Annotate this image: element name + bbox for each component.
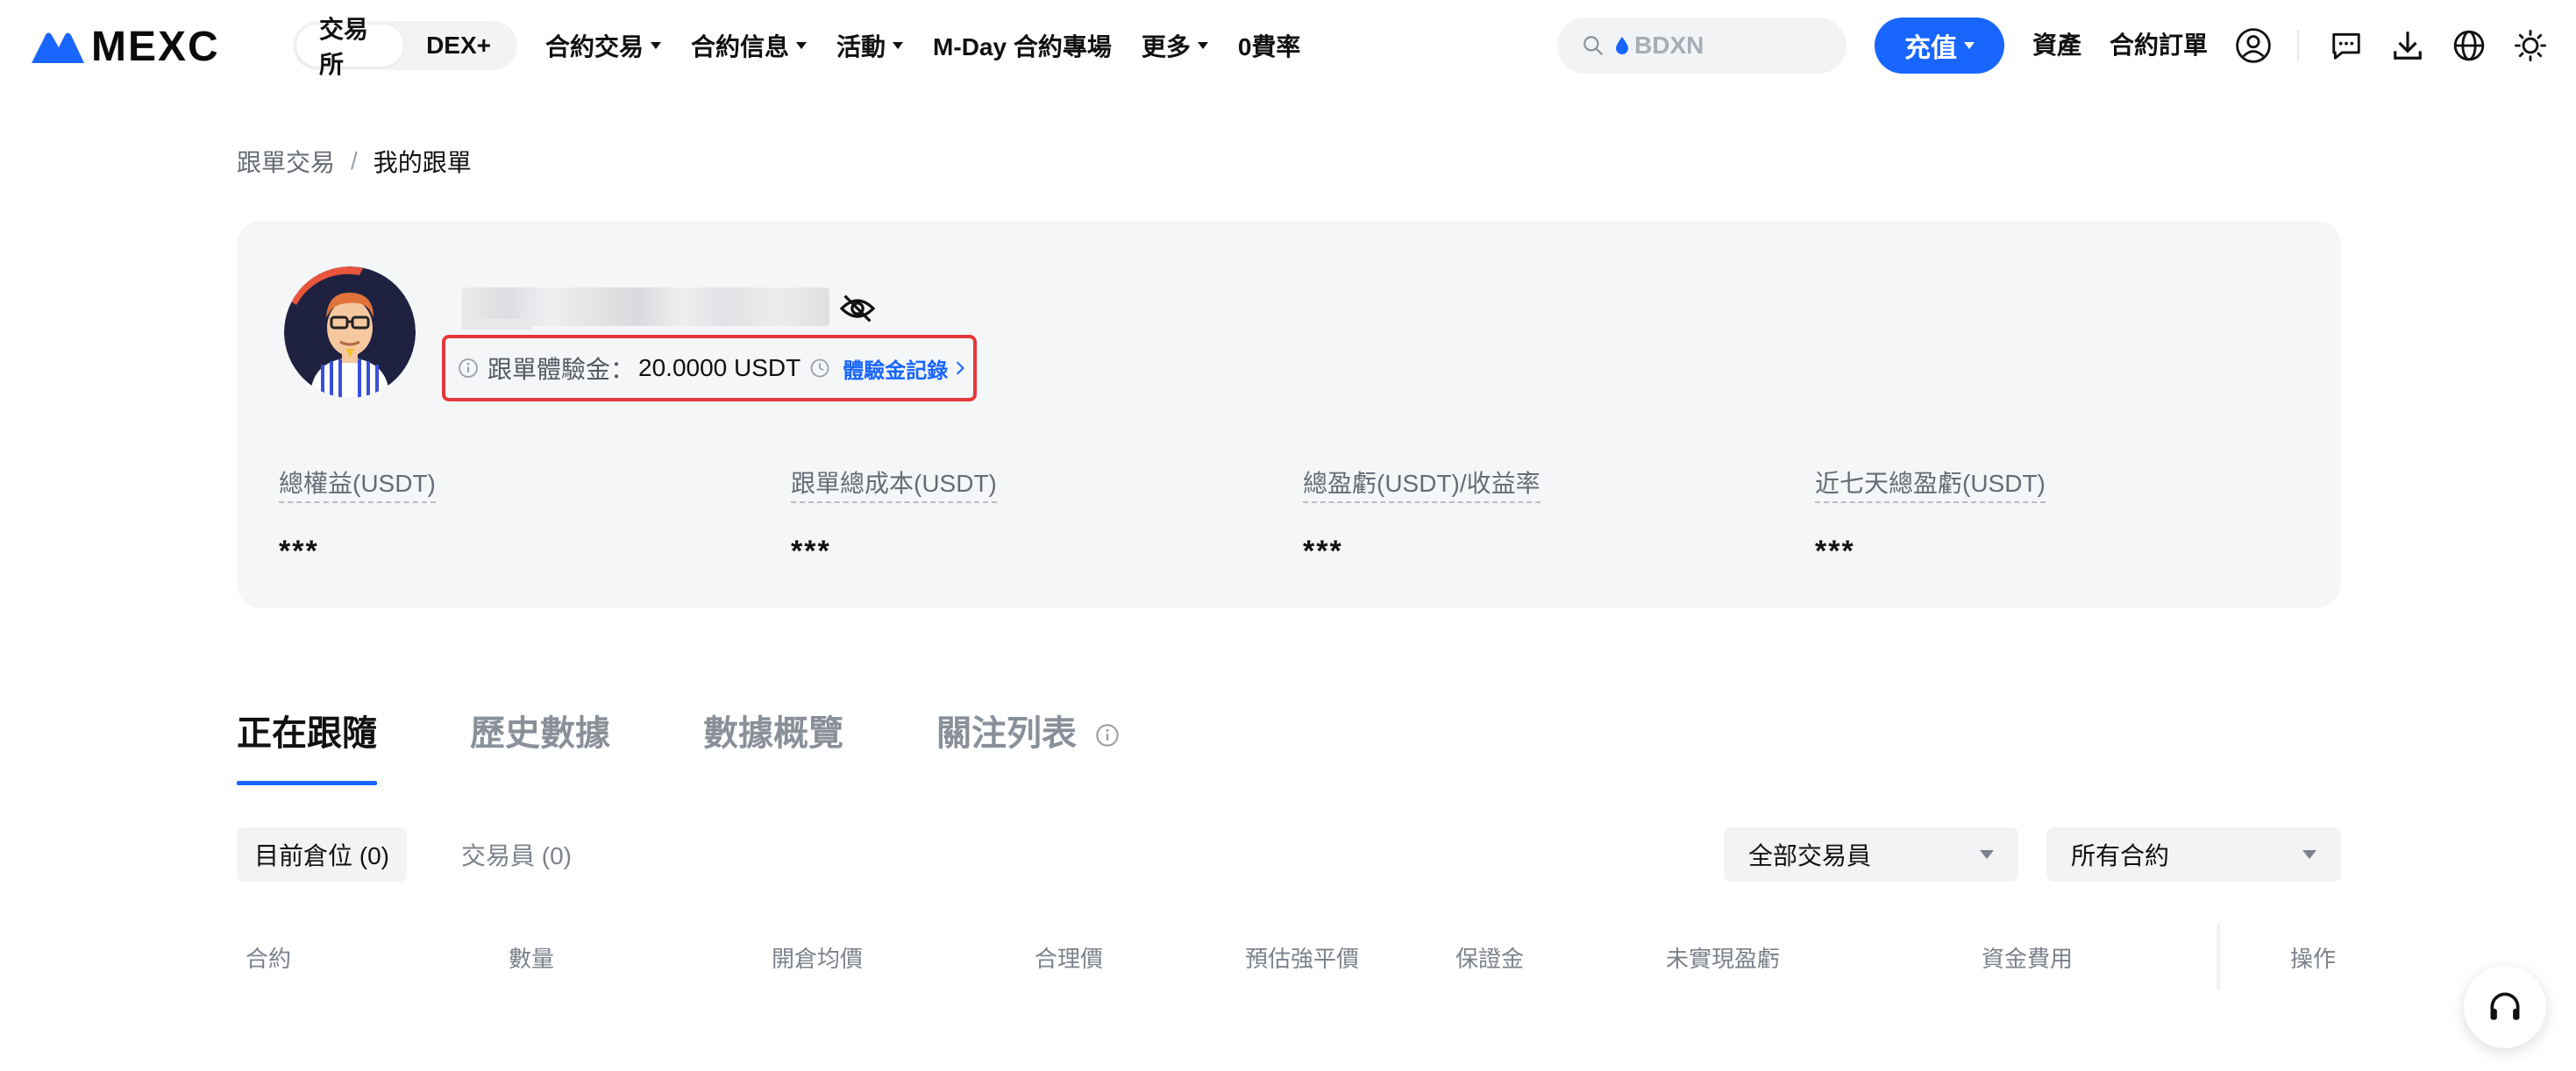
- column-header-fair-price: 合理價: [1035, 946, 1104, 972]
- info-icon[interactable]: [458, 358, 479, 379]
- tab-history[interactable]: 歷史數據: [470, 705, 610, 785]
- breadcrumb-current: 我的跟單: [373, 149, 472, 176]
- column-header-avg-entry: 開倉均價: [772, 946, 864, 972]
- chip-current-positions[interactable]: 目前倉位 (0): [237, 827, 408, 882]
- nav-label: 合約交易: [545, 33, 644, 60]
- message-icon[interactable]: [2327, 26, 2366, 65]
- column-header-actions: 操作: [2290, 946, 2337, 972]
- search-icon: [1583, 36, 1603, 55]
- headset-icon: [2490, 992, 2520, 1020]
- search-box[interactable]: [1557, 18, 1847, 74]
- download-icon[interactable]: [2388, 26, 2427, 65]
- stat-label[interactable]: 跟單總成本(USDT): [791, 465, 997, 503]
- experience-fund-box: 跟單體驗金： 20.0000 USDT 體驗金記錄: [442, 335, 977, 401]
- profile-card: 跟單體驗金： 20.0000 USDT 體驗金記錄 總權益(USDT) *** …: [237, 221, 2341, 608]
- futures-orders-link[interactable]: 合約訂單: [2110, 26, 2208, 61]
- column-header-contract: 合約: [246, 946, 292, 972]
- sticky-column-shadow: [2215, 924, 2220, 990]
- chevron-right-icon: [957, 361, 965, 375]
- stat-value: ***: [791, 535, 831, 568]
- column-header-liq-price: 預估強平價: [1245, 946, 1360, 972]
- chevron-down-icon: [1964, 42, 1975, 49]
- stat-value: ***: [1303, 535, 1343, 568]
- caret-down-icon: [1980, 850, 1994, 859]
- experience-fund-record-link[interactable]: 體驗金記錄: [843, 353, 967, 384]
- nav-mday[interactable]: M-Day 合約專場: [933, 28, 1112, 63]
- experience-fund-value: 20.0000 USDT: [638, 354, 801, 381]
- experience-fund-label: 跟單體驗金：: [487, 356, 636, 383]
- nav-label: 更多: [1141, 33, 1191, 60]
- username-masked-tail: [461, 319, 531, 330]
- stat-label[interactable]: 近七天總盈虧(USDT): [1815, 465, 2046, 503]
- theme-sun-icon[interactable]: [2511, 26, 2550, 65]
- stat-7day-pnl: 近七天總盈虧(USDT) ***: [1815, 465, 2046, 569]
- main-nav: 合約交易 合約信息 活動 M-Day 合約專場 更多 0費率: [545, 0, 1330, 91]
- column-header-unrealized-pnl: 未實現盈虧: [1666, 946, 1781, 972]
- tab-watchlist[interactable]: 關注列表: [936, 705, 1120, 785]
- caret-down-icon: [2302, 850, 2316, 859]
- stat-value: ***: [1815, 535, 1855, 568]
- mexc-logo-mark-icon: [32, 32, 84, 63]
- stat-total-pnl: 總盈虧(USDT)/收益率 ***: [1303, 465, 1541, 569]
- header-divider: [2297, 30, 2299, 61]
- trader-select[interactable]: 全部交易員: [1724, 827, 2018, 882]
- trader-select-value: 全部交易員: [1748, 842, 1872, 869]
- nav-more[interactable]: 更多: [1142, 28, 1208, 63]
- nav-zero-fee[interactable]: 0費率: [1238, 28, 1301, 63]
- logo-text: MEXC: [91, 24, 220, 70]
- copy-tabs: 正在跟隨 歷史數據 數據概覽 關注列表: [237, 705, 1213, 785]
- nav-label: 0費率: [1237, 33, 1301, 60]
- tab-following[interactable]: 正在跟隨: [237, 705, 377, 785]
- chevron-down-icon: [796, 42, 808, 49]
- avatar[interactable]: [284, 266, 416, 398]
- breadcrumb: 跟單交易 / 我的跟單: [237, 144, 472, 179]
- nav-futures-trading[interactable]: 合約交易: [545, 28, 662, 63]
- contract-select-value: 所有合約: [2071, 842, 2170, 869]
- breadcrumb-separator: /: [351, 147, 358, 174]
- chevron-down-icon: [651, 42, 662, 49]
- stat-total-equity: 總權益(USDT) ***: [279, 465, 436, 569]
- nav-label: M-Day 合約專場: [933, 33, 1112, 60]
- market-switch: 交易所 DEX+: [293, 16, 517, 78]
- chevron-down-icon: [893, 42, 904, 49]
- globe-icon[interactable]: [2450, 26, 2488, 65]
- top-navbar: MEXC 交易所 DEX+ 合約交易 合約信息 活動 M-Day 合約專場 更多…: [0, 0, 2576, 91]
- column-header-margin: 保證金: [1455, 946, 1525, 972]
- stat-total-cost: 跟單總成本(USDT) ***: [791, 465, 997, 569]
- breadcrumb-copy-trading[interactable]: 跟單交易: [237, 144, 335, 179]
- tab-overview[interactable]: 數據概覽: [703, 705, 843, 785]
- column-header-quantity: 數量: [509, 946, 555, 972]
- nav-label: 活動: [836, 33, 886, 60]
- stat-label[interactable]: 總權益(USDT): [279, 465, 436, 503]
- segment-dex[interactable]: DEX+: [403, 25, 514, 67]
- nav-futures-info[interactable]: 合約信息: [691, 28, 808, 63]
- segment-exchange[interactable]: 交易所: [296, 16, 404, 78]
- stat-label[interactable]: 總盈虧(USDT)/收益率: [1303, 465, 1541, 503]
- column-header-funding-fee: 資金費用: [1982, 946, 2074, 972]
- assets-link[interactable]: 資產: [2032, 26, 2081, 61]
- nav-label: 合約信息: [691, 33, 790, 60]
- user-icon[interactable]: [2234, 26, 2273, 65]
- experience-fund-record-label: 體驗金記錄: [843, 358, 949, 383]
- chip-traders[interactable]: 交易員 (0): [444, 827, 589, 882]
- info-icon[interactable]: [1095, 723, 1120, 748]
- contract-select[interactable]: 所有合約: [2046, 827, 2341, 882]
- search-input[interactable]: [1634, 32, 1810, 60]
- token-drop-icon: [1616, 37, 1628, 54]
- customer-support-button[interactable]: [2464, 966, 2546, 1048]
- deposit-button[interactable]: 充值: [1875, 18, 2004, 74]
- deposit-label: 充值: [1904, 34, 1957, 63]
- clock-icon[interactable]: [809, 358, 830, 379]
- mexc-logo[interactable]: MEXC: [30, 26, 220, 68]
- tab-watchlist-label: 關注列表: [936, 714, 1077, 753]
- eye-off-icon[interactable]: [838, 293, 877, 324]
- chevron-down-icon: [1197, 42, 1208, 49]
- stat-value: ***: [279, 535, 319, 568]
- nav-events[interactable]: 活動: [836, 28, 904, 63]
